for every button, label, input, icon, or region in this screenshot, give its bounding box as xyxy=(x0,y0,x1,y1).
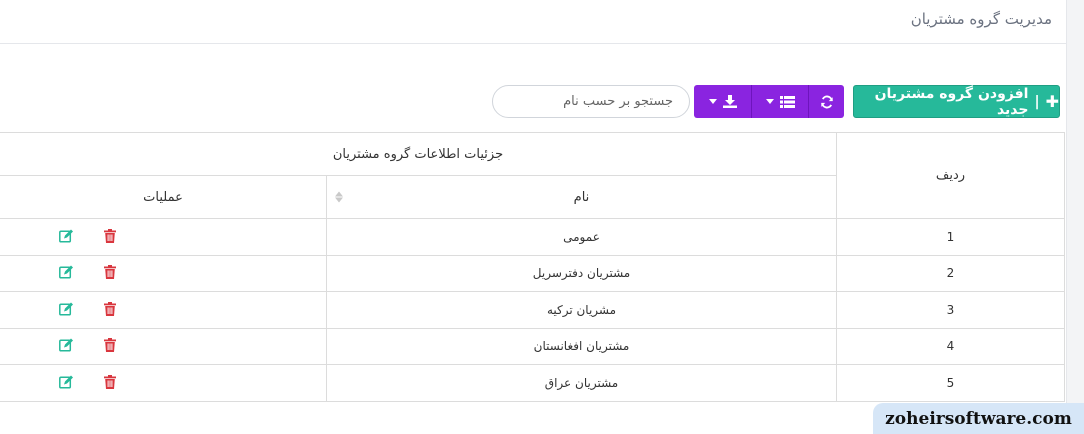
list-icon xyxy=(779,95,795,108)
table-row: 2 مشتریان دفترسریل xyxy=(0,254,1065,292)
export-dropdown-button[interactable] xyxy=(694,85,751,118)
table-row: 1 عمومی xyxy=(0,218,1065,256)
row-name: عمومی xyxy=(326,218,837,256)
row-number: 2 xyxy=(836,254,1065,292)
row-name: مشتریان افغانستان xyxy=(326,327,837,365)
toolbar-button-group xyxy=(694,85,844,118)
delete-icon[interactable] xyxy=(102,301,118,317)
sort-icon[interactable] xyxy=(335,191,343,203)
table-row: 4 مشتریان افغانستان xyxy=(0,327,1065,365)
edit-icon[interactable] xyxy=(58,337,74,353)
page-title: مدیریت گروه مشتریان xyxy=(910,10,1052,28)
row-number: 4 xyxy=(836,327,1065,365)
row-name: مشریان ترکیه xyxy=(326,291,837,329)
edit-icon[interactable] xyxy=(58,374,74,390)
title-divider xyxy=(0,43,1066,44)
delete-icon[interactable] xyxy=(102,228,118,244)
refresh-button[interactable] xyxy=(808,85,844,118)
row-number: 3 xyxy=(836,291,1065,329)
row-operations xyxy=(0,254,327,292)
delete-icon[interactable] xyxy=(102,337,118,353)
add-button-separator: | xyxy=(1034,93,1040,110)
table-row: 5 مشتریان عراق xyxy=(0,364,1065,402)
header-row-number[interactable]: ردیف xyxy=(836,132,1065,219)
row-name: مشتریان عراق xyxy=(326,364,837,402)
header-name-label: نام xyxy=(573,189,590,205)
download-icon xyxy=(722,95,737,108)
row-operations xyxy=(0,291,327,329)
table-row: 3 مشریان ترکیه xyxy=(0,291,1065,329)
refresh-icon xyxy=(820,95,833,108)
add-button-label: افزودن گروه مشتریان جدید xyxy=(874,85,1029,118)
row-operations xyxy=(0,218,327,256)
row-name: مشتریان دفترسریل xyxy=(326,254,837,292)
header-operations: عملیات xyxy=(0,175,327,219)
edit-icon[interactable] xyxy=(58,301,74,317)
columns-dropdown-button[interactable] xyxy=(751,85,808,118)
right-scroll-edge xyxy=(1066,0,1084,434)
row-operations xyxy=(0,364,327,402)
row-number: 5 xyxy=(836,364,1065,402)
header-name[interactable]: نام xyxy=(326,175,837,219)
watermark: zoheirsoftware.com xyxy=(873,403,1084,434)
edit-icon[interactable] xyxy=(58,228,74,244)
search-input[interactable] xyxy=(492,85,690,118)
plus-icon: ✚ xyxy=(1045,92,1059,111)
add-customer-group-button[interactable]: ✚ | افزودن گروه مشتریان جدید xyxy=(853,85,1060,118)
delete-icon[interactable] xyxy=(102,374,118,390)
chevron-down-icon xyxy=(708,99,717,104)
row-number: 1 xyxy=(836,218,1065,256)
customer-groups-table: ردیف جزئیات اطلاعات گروه مشتریان نام عمل… xyxy=(0,132,1065,402)
header-group-details: جزئیات اطلاعات گروه مشتریان xyxy=(0,132,837,176)
delete-icon[interactable] xyxy=(102,264,118,280)
edit-icon[interactable] xyxy=(58,264,74,280)
chevron-down-icon xyxy=(765,99,774,104)
row-operations xyxy=(0,327,327,365)
